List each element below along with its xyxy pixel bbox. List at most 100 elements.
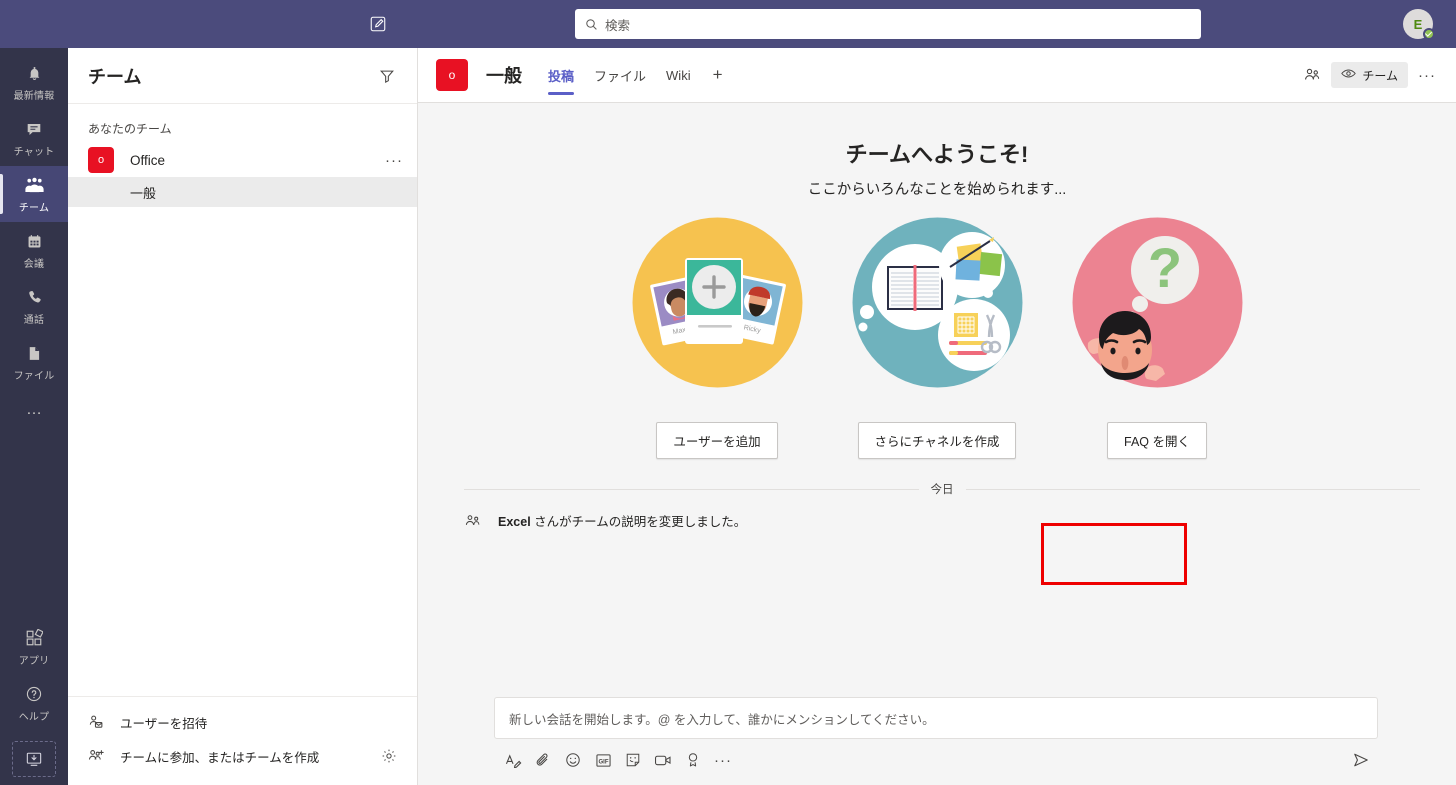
invite-people-button[interactable]: ユーザーを招待 — [68, 705, 417, 739]
top-bar: 検索 E — [0, 0, 1456, 48]
more-options-icon[interactable]: ··· — [708, 747, 738, 773]
eye-icon — [1341, 68, 1357, 82]
team-view-button[interactable]: チーム — [1331, 62, 1408, 88]
teams-pane: チーム あなたのチーム o Office ··· 一般 ユーザーを招待 チームに… — [68, 48, 418, 785]
bell-icon — [26, 63, 43, 84]
sidebar-item-label: ファイル — [13, 370, 55, 382]
filter-icon[interactable] — [373, 62, 401, 90]
tab-wiki[interactable]: Wiki — [656, 48, 701, 103]
add-members-button[interactable]: ユーザーを追加 — [656, 422, 778, 459]
join-or-create-team-label: チームに参加、またはチームを作成 — [120, 750, 320, 765]
sidebar-item-files[interactable]: ファイル — [0, 334, 68, 390]
attach-icon[interactable] — [528, 747, 558, 773]
sidebar-item-meetings[interactable]: 会議 — [0, 222, 68, 278]
compose-icon[interactable] — [360, 6, 396, 42]
welcome-cards: Maxine Ricky ユーザーを追加 さらにチャネルを作成 ? FAQ を開… — [418, 215, 1456, 459]
welcome-title: チームへようこそ! — [845, 142, 1029, 167]
channel-row-general[interactable]: 一般 — [68, 177, 417, 207]
channel-header-actions: チーム ··· — [1297, 60, 1442, 90]
welcome-card-faq: ? FAQ を開く — [1067, 215, 1247, 459]
sidebar-item-help[interactable]: ヘルプ — [0, 675, 68, 731]
topbar-right: E — [1380, 9, 1456, 40]
channel-title: 一般 — [486, 66, 522, 86]
pane-footer: ユーザーを招待 チームに参加、またはチームを作成 — [68, 696, 417, 785]
sticker-icon[interactable] — [618, 747, 648, 773]
compose-area: 新しい会話を開始します。@ を入力して、誰かにメンションしてください。 GIF … — [418, 697, 1456, 785]
tab-label: ファイル — [594, 68, 647, 84]
welcome-subtitle: ここからいろんなことを始められます... — [807, 182, 1067, 198]
sidebar-item-apps[interactable]: アプリ — [0, 619, 68, 675]
praise-icon[interactable] — [678, 747, 708, 773]
search-icon — [585, 18, 598, 31]
presence-available-icon — [1423, 28, 1435, 40]
create-more-channels-button[interactable]: さらにチャネルを作成 — [857, 422, 1017, 459]
svg-text:GIF: GIF — [598, 759, 608, 765]
avatar[interactable]: E — [1403, 9, 1435, 40]
apps-icon — [25, 628, 43, 649]
giphy-icon[interactable]: GIF — [588, 747, 618, 773]
create-channels-illustration — [850, 215, 1025, 390]
calendar-icon — [26, 231, 43, 252]
chat-icon — [25, 119, 43, 140]
tab-posts[interactable]: 投稿 — [538, 48, 584, 103]
conversation-content: チームへようこそ! ここからいろんなことを始められます... Maxine Ri… — [418, 103, 1456, 697]
welcome-card-add-members: Maxine Ricky ユーザーを追加 — [627, 215, 807, 459]
sidebar-item-activity[interactable]: 最新情報 — [0, 54, 68, 110]
team-more-options-button[interactable]: ··· — [385, 153, 403, 168]
add-tab-button[interactable]: + — [701, 48, 735, 103]
app-rail: 最新情報 チャット チーム 会議 通話 ファイル … アプリ ヘルプ — [0, 48, 68, 785]
page-title: チーム — [88, 66, 142, 87]
message-input-placeholder: 新しい会話を開始します。@ を入力して、誰かにメンションしてください。 — [509, 712, 935, 727]
help-icon — [25, 684, 43, 705]
tab-label: 投稿 — [548, 68, 575, 84]
teams-icon — [24, 175, 45, 196]
system-message: Excel さんがチームの説明を変更しました。 — [418, 497, 1456, 530]
join-or-create-team-button[interactable]: チームに参加、またはチームを作成 — [68, 739, 417, 773]
people-icon[interactable] — [1297, 60, 1327, 90]
sidebar-item-chat[interactable]: チャット — [0, 110, 68, 166]
channel-team-avatar: o — [436, 59, 468, 91]
system-message-body: さんがチームの説明を変更しました。 — [530, 515, 747, 529]
sidebar-item-label: アプリ — [18, 655, 50, 667]
date-divider-label: 今日 — [930, 484, 954, 496]
main-area: o 一般 投稿 ファイル Wiki + チーム ··· チームへようこそ! ここ… — [418, 48, 1456, 785]
rail-bottom: アプリ ヘルプ — [0, 619, 68, 785]
sidebar-item-label: 通話 — [23, 314, 45, 326]
invite-person-icon — [88, 714, 114, 730]
channel-more-options-button[interactable]: ··· — [1412, 60, 1442, 90]
teams-app-window: 検索 E 最新情報 チャット チーム 会議 通話 ファイル … アプリ ヘルプ … — [0, 0, 1456, 785]
team-update-icon — [464, 513, 490, 529]
search-input[interactable]: 検索 — [575, 9, 1201, 39]
highlight-annotation — [1041, 523, 1187, 585]
teams-list: あなたのチーム o Office ··· 一般 — [68, 104, 417, 696]
team-avatar: o — [88, 147, 114, 173]
sidebar-item-label: ヘルプ — [18, 711, 50, 723]
tab-files[interactable]: ファイル — [584, 48, 656, 103]
tab-label: Wiki — [666, 67, 691, 83]
sidebar-more-apps-button[interactable]: … — [0, 390, 68, 430]
your-teams-label: あなたのチーム — [88, 122, 172, 136]
meet-now-icon[interactable] — [648, 747, 678, 773]
team-view-label: チーム — [1362, 68, 1398, 83]
team-row-office[interactable]: o Office ··· — [68, 143, 417, 177]
pane-header: チーム — [68, 48, 417, 104]
add-members-illustration: Maxine Ricky — [630, 215, 805, 390]
channel-header: o 一般 投稿 ファイル Wiki + チーム ··· — [418, 48, 1456, 103]
format-icon[interactable] — [498, 747, 528, 773]
send-icon[interactable] — [1346, 747, 1376, 773]
channel-name: 一般 — [130, 185, 157, 201]
download-desktop-icon[interactable] — [12, 741, 56, 777]
join-team-icon — [88, 748, 114, 764]
sidebar-item-teams[interactable]: チーム — [0, 166, 68, 222]
svg-text:?: ? — [1147, 236, 1181, 299]
open-faq-button[interactable]: FAQ を開く — [1107, 422, 1207, 459]
gear-icon[interactable] — [377, 748, 401, 764]
sidebar-item-label: チャット — [13, 146, 55, 158]
channel-tabs: 投稿 ファイル Wiki + — [538, 48, 735, 103]
system-message-actor: Excel — [498, 515, 531, 529]
emoji-icon[interactable] — [558, 747, 588, 773]
message-input[interactable]: 新しい会話を開始します。@ を入力して、誰かにメンションしてください。 — [494, 697, 1378, 739]
app-body: 最新情報 チャット チーム 会議 通話 ファイル … アプリ ヘルプ チーム あ… — [0, 48, 1456, 785]
divider-line-right — [965, 488, 1420, 490]
sidebar-item-calls[interactable]: 通話 — [0, 278, 68, 334]
